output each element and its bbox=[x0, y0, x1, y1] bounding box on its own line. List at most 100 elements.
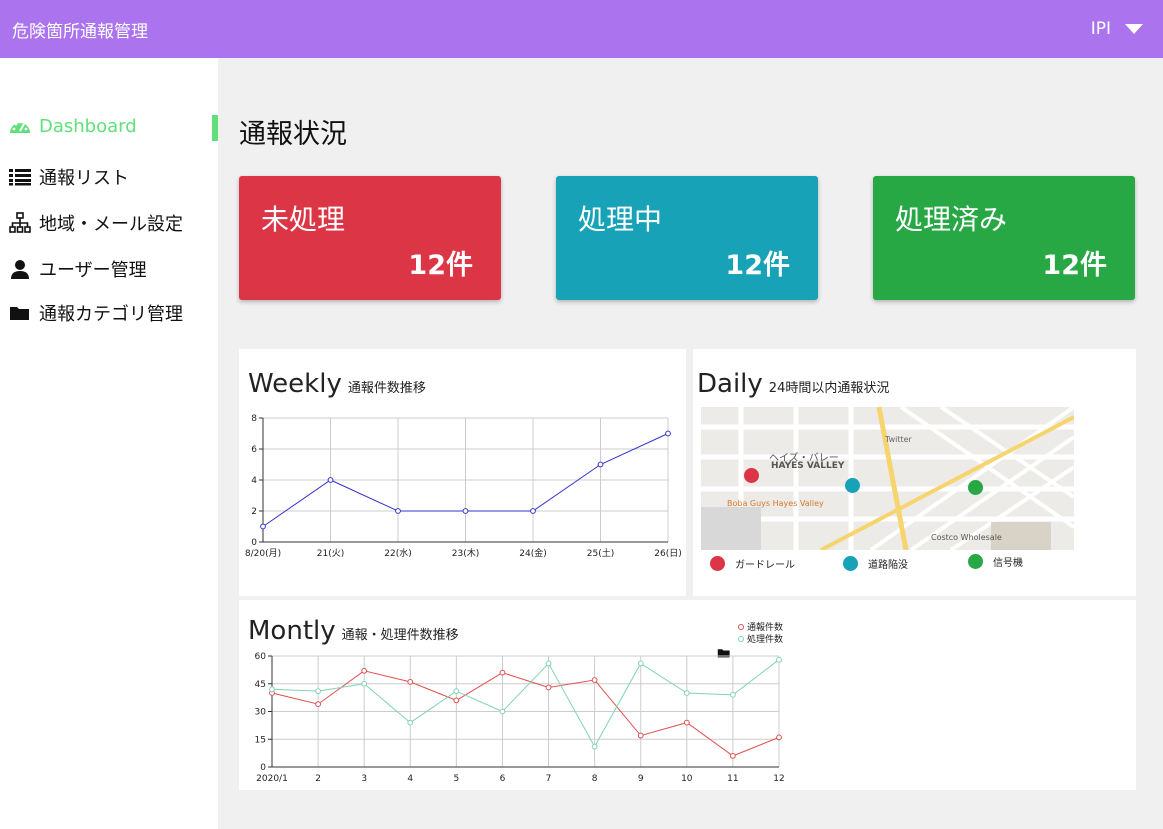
weekly-panel: Weekly 通報件数推移 0 2 4 6 8 8/20(月) 21(火) 22(水) 23(木)… bbox=[239, 349, 686, 596]
data-point bbox=[637, 660, 644, 667]
data-point bbox=[361, 667, 368, 674]
data-point bbox=[499, 708, 506, 715]
data-point bbox=[530, 508, 536, 514]
page-title: 通報状況 bbox=[239, 119, 347, 150]
data-point bbox=[637, 732, 644, 739]
card-count: 12件 bbox=[408, 250, 473, 281]
legend-label: 通報件数 bbox=[747, 621, 783, 633]
sitemap-icon bbox=[9, 212, 31, 234]
legend-label: 処理件数 bbox=[747, 633, 783, 645]
dashboard-gauge-icon bbox=[9, 115, 31, 137]
map-shop-label: Boba Guys Hayes Valley bbox=[727, 499, 824, 508]
data-point bbox=[545, 684, 552, 691]
sidebar-item-region-mail[interactable]: 地域・メール設定 bbox=[9, 210, 183, 236]
x-tick-label: 2 bbox=[315, 774, 321, 784]
status-card-unprocessed[interactable]: 未処理 12件 bbox=[239, 176, 501, 300]
marker-guardrail[interactable] bbox=[744, 468, 759, 483]
map-area-en-label: HAYES VALLEY bbox=[771, 461, 845, 471]
active-indicator bbox=[212, 115, 218, 141]
y-tick-label: 8 bbox=[251, 414, 257, 424]
x-tick-label: 26(日) bbox=[654, 548, 681, 559]
map-place-label: Twitter bbox=[885, 435, 912, 444]
daily-panel: Daily 24時間以内通報状況 ヘイズ・バレー HAYES VALLEY Tw… bbox=[693, 349, 1136, 596]
data-point bbox=[591, 743, 598, 750]
data-point bbox=[665, 430, 671, 437]
card-count: 12件 bbox=[1042, 250, 1107, 281]
top-bar: 危険箇所通報管理 IPI bbox=[0, 0, 1163, 58]
data-point bbox=[545, 660, 552, 667]
data-point bbox=[462, 508, 469, 514]
marker-road-collapse[interactable] bbox=[845, 478, 860, 493]
y-tick-label: 0 bbox=[260, 763, 266, 773]
list-icon bbox=[9, 166, 31, 188]
x-tick-label: 5 bbox=[453, 774, 459, 784]
data-point bbox=[361, 680, 368, 687]
caret-down-icon bbox=[1125, 24, 1143, 34]
x-tick-label: 22(水) bbox=[384, 547, 411, 559]
legend-label: 道路陥没 bbox=[868, 560, 908, 571]
user-menu[interactable]: IPI bbox=[1091, 19, 1151, 39]
x-tick-label: 8/20(月) bbox=[245, 548, 281, 559]
data-point bbox=[327, 477, 334, 483]
sidebar-item-categories[interactable]: 通報カテゴリ管理 bbox=[9, 300, 183, 326]
data-point bbox=[683, 719, 690, 726]
sidebar-item-dashboard[interactable]: Dashboard bbox=[9, 115, 137, 137]
sidebar-item-label: 通報リスト bbox=[39, 168, 129, 189]
data-point bbox=[315, 688, 321, 695]
marker-traffic-signal[interactable] bbox=[968, 480, 983, 495]
y-tick-label: 15 bbox=[255, 735, 266, 745]
data-point bbox=[269, 686, 275, 693]
data-point bbox=[499, 669, 506, 676]
x-tick-label: 8 bbox=[592, 774, 598, 784]
daily-title-main: Daily bbox=[697, 369, 763, 399]
sidebar-item-label: Dashboard bbox=[39, 115, 137, 137]
folder-icon bbox=[9, 302, 31, 324]
sidebar-item-report-list[interactable]: 通報リスト bbox=[9, 164, 129, 190]
daily-map[interactable]: ヘイズ・バレー HAYES VALLEY Twitter Boba Guys H… bbox=[701, 407, 1074, 550]
user-icon bbox=[9, 258, 31, 280]
status-card-in-progress[interactable]: 処理中 12件 bbox=[556, 176, 818, 300]
monthly-panel: Montly 通報・処理件数推移 0 15 30 45 60 2020/1 2 3 4 5 6 7 8 9 1… bbox=[239, 600, 1136, 790]
map-store-label: Costco Wholesale bbox=[931, 533, 1002, 542]
x-tick-label: 12 bbox=[773, 774, 784, 784]
weekly-chart: 0 2 4 6 8 8/20(月) 21(火) 22(水) 23(木) 24(金) 25(土) 26(… bbox=[245, 414, 682, 559]
x-tick-label: 21(火) bbox=[317, 548, 344, 559]
sidebar-item-users[interactable]: ユーザー管理 bbox=[9, 256, 147, 282]
data-point bbox=[730, 691, 736, 698]
x-tick-label: 7 bbox=[546, 774, 552, 784]
data-point bbox=[776, 734, 782, 741]
data-point bbox=[453, 688, 460, 695]
data-point bbox=[407, 719, 414, 726]
status-card-done[interactable]: 処理済み 12件 bbox=[873, 176, 1135, 300]
sidebar-item-label: 通報カテゴリ管理 bbox=[39, 304, 183, 325]
data-point bbox=[453, 697, 460, 704]
app-title: 危険箇所通報管理 bbox=[12, 21, 148, 42]
x-tick-label: 2020/1 bbox=[256, 774, 288, 784]
x-tick-label: 3 bbox=[361, 774, 367, 784]
y-tick-label: 4 bbox=[251, 476, 257, 486]
x-tick-label: 11 bbox=[727, 774, 738, 784]
legend-swatch bbox=[843, 556, 858, 571]
y-tick-label: 0 bbox=[251, 538, 257, 548]
data-point bbox=[683, 690, 690, 696]
sidebar-item-label: ユーザー管理 bbox=[39, 260, 147, 281]
x-tick-label: 24(金) bbox=[519, 547, 546, 559]
legend-marker bbox=[738, 624, 744, 630]
y-tick-label: 6 bbox=[251, 445, 257, 455]
card-label: 未処理 bbox=[261, 203, 346, 236]
data-point bbox=[591, 677, 598, 683]
x-tick-label: 23(木) bbox=[452, 547, 479, 559]
x-tick-label: 9 bbox=[638, 774, 644, 784]
data-point bbox=[597, 461, 604, 468]
card-count: 12件 bbox=[725, 250, 790, 281]
x-tick-label: 4 bbox=[407, 774, 413, 784]
legend-swatch bbox=[968, 554, 983, 569]
legend-swatch bbox=[710, 556, 725, 571]
x-tick-label: 25(土) bbox=[587, 547, 614, 559]
data-point bbox=[315, 701, 321, 707]
y-tick-label: 2 bbox=[251, 507, 257, 517]
data-point bbox=[395, 508, 401, 514]
daily-title: Daily 24時間以内通報状況 bbox=[697, 369, 889, 399]
y-tick-label: 60 bbox=[255, 652, 267, 662]
legend-label: ガードレール bbox=[735, 560, 795, 571]
